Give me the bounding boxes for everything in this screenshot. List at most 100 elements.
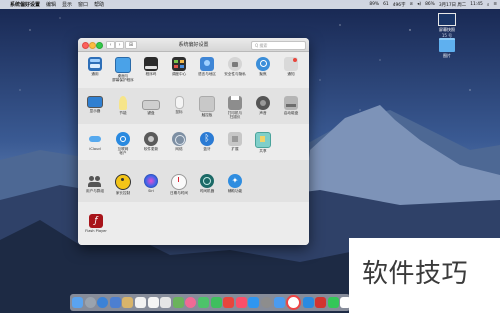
pane-sound[interactable]: 声音 (249, 96, 277, 115)
contacts-icon[interactable] (122, 297, 134, 308)
keyboard-icon (142, 100, 160, 110)
extensions-icon (228, 132, 242, 146)
maps-icon[interactable] (172, 297, 184, 308)
news-icon[interactable] (223, 297, 235, 308)
pane-icloud[interactable]: iCloud (81, 132, 109, 151)
desktop-item-screenshot[interactable]: 屏幕快照 15 号 (427, 13, 467, 39)
printer-icon (228, 96, 242, 110)
messages-icon[interactable] (197, 297, 209, 308)
pane-trackpad[interactable]: 触控板 (193, 96, 221, 117)
pane-desktop-screensaver[interactable]: 桌面与 屏幕保护程序 (109, 57, 137, 83)
wechat-status[interactable]: 61 (383, 2, 389, 7)
spotlight-icon (256, 57, 270, 71)
internet-accounts-icon (116, 132, 130, 146)
chrome-icon[interactable] (286, 295, 302, 310)
preferences-section-internet: iCloud 互联网 帐户 软件更新 网络 ᛒ 蓝牙 扩展 共享 (78, 124, 309, 160)
volume-icon[interactable]: ◂) (417, 2, 421, 7)
trackpad-icon (199, 96, 215, 112)
calendar-icon[interactable] (134, 297, 146, 308)
pane-accessibility[interactable]: ✦ 辅助功能 (221, 174, 249, 193)
sharing-icon (255, 132, 271, 148)
pane-notifications[interactable]: 通知 (277, 57, 305, 76)
launchpad-icon[interactable] (84, 297, 96, 308)
pane-date-time[interactable]: 日期与时间 (165, 174, 193, 195)
pane-bluetooth[interactable]: ᛒ 蓝牙 (193, 132, 221, 151)
general-icon (88, 57, 102, 71)
search-icon[interactable]: ⌕ (487, 2, 489, 8)
notes-icon[interactable] (147, 297, 159, 308)
pane-dock[interactable]: 程序坞 (137, 57, 165, 76)
desktop-item-pictures[interactable]: 图片 (427, 38, 467, 59)
pane-displays[interactable]: 显示器 (81, 96, 109, 113)
startup-disk-icon (284, 96, 298, 110)
netease-music-icon[interactable] (315, 297, 327, 308)
battery-status[interactable]: 89% (369, 2, 379, 7)
photos-icon[interactable] (185, 297, 197, 308)
bluetooth-icon: ᛒ (200, 132, 214, 146)
pane-printers-scanners[interactable]: 打印机与 扫描仪 (221, 96, 249, 120)
language-icon (200, 57, 214, 71)
pane-software-update[interactable]: 软件更新 (137, 132, 165, 151)
pane-mouse[interactable]: 鼠标 (165, 96, 193, 114)
baidu-netdisk-icon[interactable] (302, 297, 314, 308)
pane-extensions[interactable]: 扩展 (221, 132, 249, 151)
pane-startup-disk[interactable]: 启动磁盘 (277, 96, 305, 115)
menu-view[interactable]: 显示 (62, 1, 72, 8)
safari-icon[interactable] (97, 297, 109, 308)
folder-icon (439, 38, 455, 52)
finder-icon[interactable] (72, 297, 83, 308)
menu-window[interactable]: 窗口 (78, 1, 88, 8)
mail-icon[interactable] (109, 297, 121, 308)
pane-energy-saver[interactable]: 节能 (109, 96, 137, 115)
pane-users-groups[interactable]: 用户与群组 (81, 174, 109, 193)
pane-keyboard[interactable]: 键盘 (137, 96, 165, 115)
date-display[interactable]: 3月17日 周二 (439, 2, 466, 8)
software-update-icon (144, 132, 158, 146)
energy-icon (119, 96, 127, 110)
facetime-icon[interactable] (210, 297, 222, 308)
pane-internet-accounts[interactable]: 互联网 帐户 (109, 132, 137, 156)
pane-language-region[interactable]: 语言与地区 (193, 57, 221, 76)
app-store-icon[interactable] (248, 297, 260, 308)
pane-mission-control[interactable]: 调度中心 (165, 57, 193, 76)
desktop-item-label: 图片 (443, 53, 451, 58)
time-machine-icon (200, 174, 214, 188)
wifi-icon[interactable]: ≋ (409, 2, 413, 7)
mission-control-icon (172, 57, 186, 71)
date-time-icon (171, 174, 187, 190)
pane-sharing[interactable]: 共享 (249, 132, 277, 153)
menu-bar: 系统偏好设置 编辑 显示 窗口 帮助 89% 61 496字 ≋ ◂) 86% … (0, 0, 500, 9)
system-preferences-icon[interactable] (260, 297, 272, 308)
window-titlebar[interactable]: ‹ › ⊞ 系统偏好设置 Q 搜索 (78, 38, 309, 52)
time-display[interactable]: 11:45 (470, 2, 483, 7)
security-icon (228, 57, 242, 71)
pane-security-privacy[interactable]: 安全性与隐私 (221, 57, 249, 76)
qq-icon[interactable] (273, 297, 285, 308)
menu-edit[interactable]: 编辑 (46, 1, 56, 8)
pane-siri[interactable]: Siri (137, 174, 165, 193)
dock (70, 294, 352, 311)
users-icon (88, 174, 102, 188)
search-field[interactable]: Q 搜索 (251, 40, 306, 50)
reminders-icon[interactable] (160, 297, 172, 308)
pane-time-machine[interactable]: 时间机器 (193, 174, 221, 193)
pane-network[interactable]: 网络 (165, 132, 193, 151)
music-icon[interactable] (235, 297, 247, 308)
search-field-placeholder: Q 搜索 (255, 42, 268, 48)
pane-parental-controls[interactable]: 家长控制 (109, 174, 137, 195)
battery-percent[interactable]: 86% (425, 2, 435, 7)
control-center-icon[interactable]: ≡ (493, 2, 497, 7)
mouse-icon (174, 96, 184, 109)
accessibility-icon: ✦ (228, 174, 242, 188)
menu-help[interactable]: 帮助 (94, 1, 104, 8)
pane-flash-player[interactable]: ƒ Flash Player (81, 214, 111, 233)
parental-controls-icon (115, 174, 131, 190)
preferences-section-personal: 通用 桌面与 屏幕保护程序 程序坞 调度中心 语言与地区 安全性与隐私 聚焦 通… (78, 52, 309, 88)
pane-spotlight[interactable]: 聚焦 (249, 57, 277, 76)
siri-icon (144, 174, 158, 188)
menu-app-name[interactable]: 系统偏好设置 (10, 1, 40, 8)
pane-general[interactable]: 通用 (81, 57, 109, 76)
word-count-status[interactable]: 496字 (393, 2, 406, 8)
wechat-icon[interactable] (327, 297, 339, 308)
icloud-icon (88, 132, 102, 146)
